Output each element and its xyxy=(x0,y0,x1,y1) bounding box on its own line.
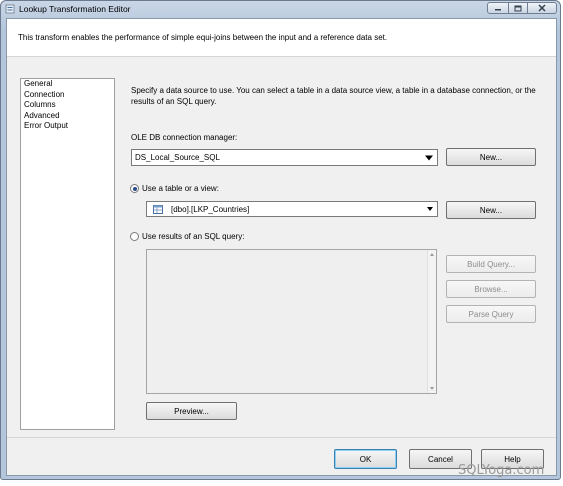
watermark-text: SQLYoga.com xyxy=(458,463,545,478)
page-navigator: General Connection Columns Advanced Erro… xyxy=(20,78,115,430)
footer-divider xyxy=(7,437,556,438)
app-icon xyxy=(5,4,15,14)
table-value: [dbo].[LKP_Countries] xyxy=(171,204,250,214)
parse-query-button[interactable]: Parse Query xyxy=(446,305,536,323)
ok-button[interactable]: OK xyxy=(334,449,397,469)
nav-item-columns[interactable]: Columns xyxy=(21,100,114,111)
scroll-down-icon[interactable] xyxy=(430,387,434,390)
connection-instructions-line2: results of an SQL query. xyxy=(131,97,217,106)
ole-db-connection-select[interactable]: DS_Local_Source_SQL xyxy=(131,149,438,166)
browse-button[interactable]: Browse... xyxy=(446,280,536,298)
close-icon xyxy=(538,4,546,12)
build-query-button[interactable]: Build Query... xyxy=(446,255,536,273)
table-icon xyxy=(153,204,163,214)
new-connection-button[interactable]: New... xyxy=(446,148,536,166)
dialog-client-area: This transform enables the performance o… xyxy=(6,18,557,476)
transform-description: This transform enables the performance o… xyxy=(18,33,388,42)
maximize-icon xyxy=(514,5,522,11)
minimize-button[interactable] xyxy=(487,2,509,14)
use-sql-label: Use results of an SQL query: xyxy=(142,232,245,241)
title-bar[interactable]: Lookup Transformation Editor Lookup_Demo xyxy=(1,1,560,18)
new-table-button[interactable]: New... xyxy=(446,201,536,219)
connection-instructions-line1: Specify a data source to use. You can se… xyxy=(131,86,536,95)
sql-query-textbox[interactable] xyxy=(146,249,437,394)
sql-query-scrollbar[interactable] xyxy=(427,250,436,393)
background-window-title: Lookup_Demo xyxy=(146,4,199,13)
maximize-button[interactable] xyxy=(508,2,528,14)
chevron-down-icon[interactable] xyxy=(425,155,433,160)
minimize-icon xyxy=(495,9,501,11)
header-band: This transform enables the performance o… xyxy=(7,19,556,57)
nav-item-general[interactable]: General xyxy=(21,79,114,90)
nav-item-connection[interactable]: Connection xyxy=(21,90,114,101)
nav-item-error-output[interactable]: Error Output xyxy=(21,121,114,132)
ole-db-label: OLE DB connection manager: xyxy=(131,133,238,142)
chevron-down-icon[interactable] xyxy=(427,207,433,211)
use-table-label: Use a table or a view: xyxy=(142,184,219,193)
table-select[interactable]: [dbo].[LKP_Countries] xyxy=(146,201,438,217)
scroll-up-icon[interactable] xyxy=(430,253,434,256)
nav-item-advanced[interactable]: Advanced xyxy=(21,111,114,122)
use-table-radio[interactable] xyxy=(130,184,139,193)
use-sql-radio[interactable] xyxy=(130,232,139,241)
ole-db-connection-value: DS_Local_Source_SQL xyxy=(135,153,220,162)
close-button[interactable] xyxy=(527,2,557,14)
window-title: Lookup Transformation Editor xyxy=(19,4,131,14)
dialog-window: Lookup Transformation Editor Lookup_Demo… xyxy=(0,0,561,480)
preview-button[interactable]: Preview... xyxy=(146,402,237,420)
